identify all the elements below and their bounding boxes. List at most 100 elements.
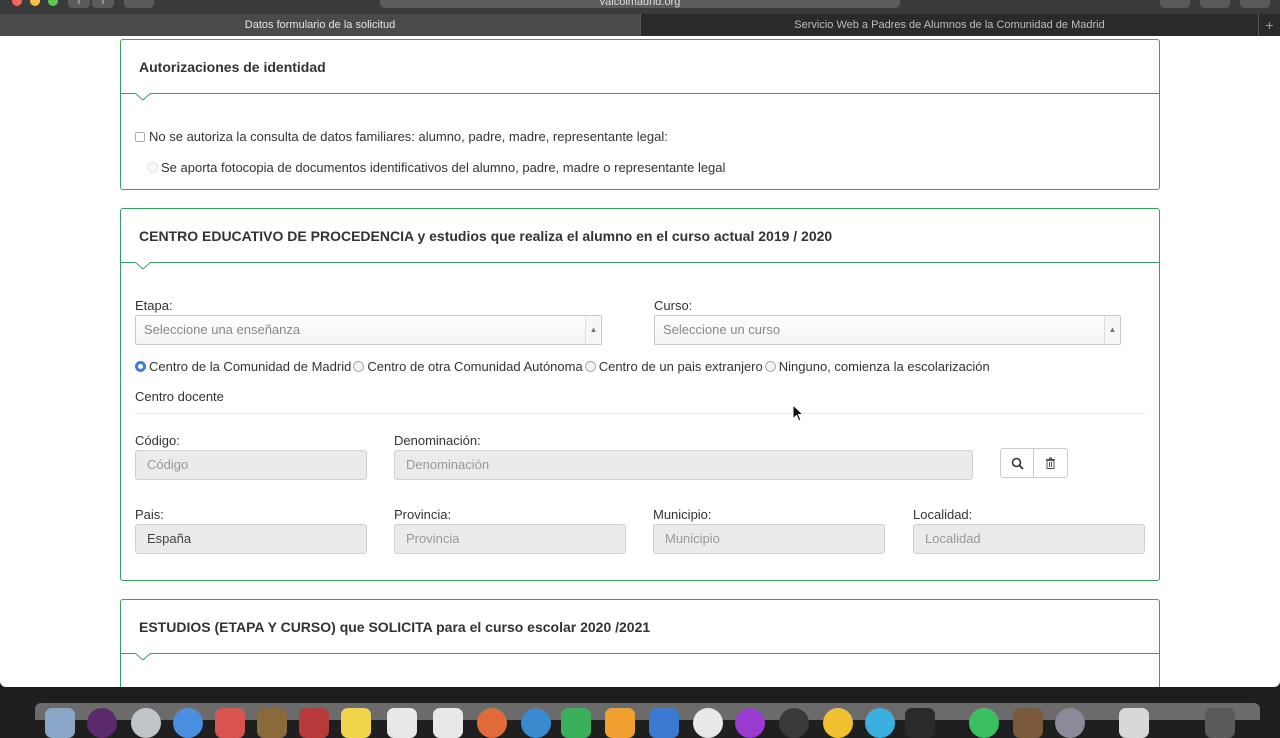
tabs-overview-button[interactable] bbox=[1240, 0, 1270, 8]
centro-procedencia-header: CENTRO EDUCATIVO DE PROCEDENCIA y estudi… bbox=[121, 209, 1159, 270]
provincia-input[interactable]: Provincia bbox=[394, 524, 626, 554]
etapa-select-value: Seleccione una enseñanza bbox=[144, 322, 301, 337]
tab-datos-formulario[interactable]: Datos formulario de la solicitud bbox=[0, 14, 640, 36]
trash-icon bbox=[1046, 457, 1055, 469]
codigo-input[interactable]: Código bbox=[135, 450, 367, 480]
app-icon[interactable] bbox=[605, 708, 635, 738]
origin-option-madrid[interactable]: Centro de la Comunidad de Madrid bbox=[135, 359, 351, 374]
radio-unselected[interactable] bbox=[353, 361, 365, 372]
denominacion-placeholder: Denominación bbox=[406, 457, 490, 472]
window-minimize-button[interactable] bbox=[30, 0, 40, 6]
trash-icon[interactable] bbox=[1205, 708, 1235, 738]
window-close-button[interactable] bbox=[12, 0, 22, 6]
pais-label: Pais: bbox=[135, 507, 164, 522]
mouse-cursor-icon bbox=[792, 404, 804, 422]
new-tab-button[interactable]: + bbox=[1258, 14, 1280, 36]
app-icon[interactable] bbox=[387, 708, 417, 738]
autorizaciones-panel: Autorizaciones de identidad No se autori… bbox=[120, 39, 1160, 190]
origin-option-extranjero[interactable]: Centro de un pais extranjero bbox=[584, 359, 763, 374]
localidad-placeholder: Localidad bbox=[925, 531, 981, 546]
estudios-solicita-panel: ESTUDIOS (ETAPA Y CURSO) que SOLICITA pa… bbox=[120, 599, 1160, 687]
notes-icon[interactable] bbox=[341, 708, 371, 738]
page-content: Autorizaciones de identidad No se autori… bbox=[0, 36, 1280, 687]
document-icon[interactable] bbox=[1119, 708, 1149, 738]
app-icon[interactable] bbox=[823, 708, 853, 738]
localidad-label: Localidad: bbox=[913, 507, 973, 522]
app-icon[interactable] bbox=[865, 708, 895, 738]
autorizaciones-header: Autorizaciones de identidad bbox=[121, 40, 1159, 101]
localidad-input[interactable]: Localidad bbox=[913, 524, 1145, 554]
fotocopia-radio[interactable] bbox=[147, 162, 158, 173]
app-icon[interactable] bbox=[1055, 708, 1085, 738]
calendar-icon[interactable] bbox=[215, 708, 245, 738]
curso-select[interactable]: Seleccione un curso ▲ bbox=[654, 315, 1121, 345]
finder-icon[interactable] bbox=[45, 708, 75, 738]
fotocopia-row: Se aporta fotocopia de documentos identi… bbox=[147, 160, 725, 175]
origin-radio-group: Centro de la Comunidad de Madrid Centro … bbox=[135, 359, 992, 374]
app-icon[interactable] bbox=[1013, 708, 1043, 738]
terminal-icon[interactable] bbox=[905, 708, 935, 738]
radio-unselected[interactable] bbox=[764, 361, 776, 372]
chevron-down-icon bbox=[135, 93, 151, 101]
fotocopia-label: Se aporta fotocopia de documentos identi… bbox=[161, 160, 726, 175]
municipio-label: Municipio: bbox=[653, 507, 712, 522]
estudios-solicita-header: ESTUDIOS (ETAPA Y CURSO) que SOLICITA pa… bbox=[121, 600, 1159, 661]
chevron-down-icon bbox=[135, 653, 151, 661]
app-icon[interactable] bbox=[257, 708, 287, 738]
etapa-label: Etapa: bbox=[135, 298, 173, 313]
estudios-solicita-title: ESTUDIOS (ETAPA Y CURSO) que SOLICITA pa… bbox=[139, 618, 651, 635]
app-icon[interactable] bbox=[779, 708, 809, 738]
origin-option-label: Ninguno, comienza la escolarización bbox=[778, 359, 990, 374]
origin-option-label: Centro de un pais extranjero bbox=[598, 359, 763, 374]
denominacion-input[interactable]: Denominación bbox=[394, 450, 973, 480]
app-icon[interactable] bbox=[433, 708, 463, 738]
safari-icon[interactable] bbox=[173, 708, 203, 738]
share-button[interactable] bbox=[1200, 0, 1230, 8]
browser-titlebar: ‹ › valcoimadrid.org bbox=[0, 0, 1280, 14]
address-bar[interactable]: valcoimadrid.org bbox=[380, 0, 900, 8]
autorizaciones-title: Autorizaciones de identidad bbox=[139, 58, 326, 75]
app-icon[interactable] bbox=[299, 708, 329, 738]
centro-docente-label: Centro docente bbox=[135, 389, 224, 404]
provincia-label: Provincia: bbox=[394, 507, 452, 522]
app-icon[interactable] bbox=[521, 708, 551, 738]
no-autoriza-checkbox[interactable] bbox=[135, 131, 145, 142]
app-icon[interactable] bbox=[735, 708, 765, 738]
messages-icon[interactable] bbox=[561, 708, 591, 738]
app-icon[interactable] bbox=[87, 708, 117, 738]
origin-option-label: Centro de la Comunidad de Madrid bbox=[149, 359, 352, 374]
search-icon bbox=[1011, 457, 1024, 470]
municipio-input[interactable]: Municipio bbox=[653, 524, 885, 554]
window-maximize-button[interactable] bbox=[48, 0, 58, 6]
denominacion-label: Denominación: bbox=[394, 433, 481, 448]
origin-option-label: Centro de otra Comunidad Autónoma bbox=[367, 359, 583, 374]
app-icon[interactable] bbox=[969, 708, 999, 738]
app-icon[interactable] bbox=[131, 708, 161, 738]
forward-button[interactable]: › bbox=[92, 0, 114, 8]
app-icon[interactable] bbox=[649, 708, 679, 738]
pais-input[interactable]: España bbox=[135, 524, 367, 554]
back-button[interactable]: ‹ bbox=[68, 0, 90, 8]
search-centro-button[interactable] bbox=[1000, 448, 1034, 478]
etapa-select[interactable]: Seleccione una enseñanza ▲ bbox=[135, 315, 602, 345]
origin-option-otra-comunidad[interactable]: Centro de otra Comunidad Autónoma bbox=[353, 359, 583, 374]
origin-option-ninguno[interactable]: Ninguno, comienza la escolarización bbox=[764, 359, 990, 374]
codigo-label: Código: bbox=[135, 433, 180, 448]
tab-servicio-web[interactable]: Servicio Web a Padres de Alumnos de la C… bbox=[640, 14, 1258, 36]
centro-procedencia-title: CENTRO EDUCATIVO DE PROCEDENCIA y estudi… bbox=[139, 227, 833, 244]
app-icon[interactable] bbox=[693, 708, 723, 738]
centro-procedencia-panel: CENTRO EDUCATIVO DE PROCEDENCIA y estudi… bbox=[120, 208, 1160, 581]
sidebar-toggle-button[interactable] bbox=[124, 0, 154, 8]
divider bbox=[135, 413, 1145, 414]
downloads-button[interactable] bbox=[1160, 0, 1190, 8]
clear-centro-button[interactable] bbox=[1034, 448, 1068, 478]
curso-select-value: Seleccione un curso bbox=[663, 322, 781, 337]
chevron-down-icon bbox=[135, 262, 151, 270]
provincia-placeholder: Provincia bbox=[406, 531, 460, 546]
app-icon[interactable] bbox=[477, 708, 507, 738]
municipio-placeholder: Municipio bbox=[665, 531, 720, 546]
radio-unselected[interactable] bbox=[584, 361, 596, 372]
tab-bar: Datos formulario de la solicitud Servici… bbox=[0, 14, 1280, 36]
select-arrow-icon: ▲ bbox=[585, 316, 601, 344]
radio-selected[interactable] bbox=[135, 361, 146, 372]
